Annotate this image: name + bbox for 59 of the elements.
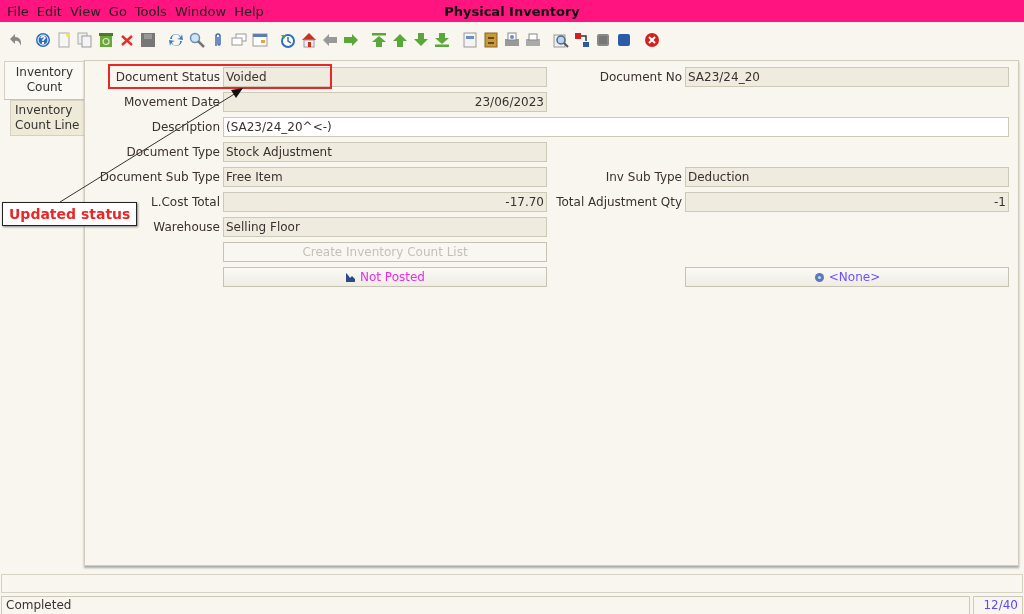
- chat-icon[interactable]: [231, 32, 247, 48]
- block-icon[interactable]: [616, 32, 632, 48]
- down-arrow-icon[interactable]: [413, 32, 429, 48]
- text-field[interactable]: Deduction: [685, 167, 1009, 187]
- chart-icon: [345, 271, 356, 283]
- menu-item[interactable]: Window: [170, 3, 231, 19]
- field-label: Document Status: [114, 70, 220, 84]
- gear-icon: [813, 271, 825, 283]
- field-label: Inv Sub Type: [604, 170, 682, 184]
- first-record-icon[interactable]: [371, 32, 387, 48]
- print-icon[interactable]: [525, 32, 541, 48]
- last-record-icon[interactable]: [434, 32, 450, 48]
- tab[interactable]: Inventory Count Line: [10, 100, 84, 136]
- menu-item[interactable]: View: [65, 3, 105, 19]
- history-icon[interactable]: [280, 32, 296, 48]
- text-field[interactable]: -1: [685, 192, 1009, 212]
- menu-item[interactable]: Help: [230, 3, 268, 19]
- tab[interactable]: Inventory Count: [4, 61, 84, 100]
- text-field[interactable]: -17.70: [223, 192, 547, 212]
- text-field[interactable]: 23/06/2023: [223, 92, 547, 112]
- calendar-icon[interactable]: [252, 32, 268, 48]
- menu-item[interactable]: Edit: [32, 3, 66, 19]
- record-counter: 12/40: [973, 596, 1023, 614]
- up-arrow-icon[interactable]: [392, 32, 408, 48]
- field-label: Warehouse: [152, 220, 220, 234]
- status-message: Completed: [1, 596, 970, 614]
- save-icon[interactable]: [140, 32, 156, 48]
- report-icon[interactable]: [462, 32, 478, 48]
- text-field[interactable]: Stock Adjustment: [223, 142, 547, 162]
- window-title: Physical Inventory: [444, 3, 580, 19]
- workflow-icon[interactable]: [574, 32, 590, 48]
- close-icon[interactable]: [644, 32, 660, 48]
- workflow-button[interactable]: <None>: [685, 267, 1009, 287]
- text-field[interactable]: Selling Floor: [223, 217, 547, 237]
- print-preview-icon[interactable]: [504, 32, 520, 48]
- help-icon[interactable]: [35, 32, 51, 48]
- text-field[interactable]: Voided: [223, 67, 547, 87]
- field-label: Document No: [598, 70, 682, 84]
- field-label: Document Sub Type: [98, 170, 220, 184]
- text-field[interactable]: Free Item: [223, 167, 547, 187]
- text-field[interactable]: SA23/24_20: [685, 67, 1009, 87]
- refresh-icon[interactable]: [168, 32, 184, 48]
- search-icon[interactable]: [189, 32, 205, 48]
- zoom-across-icon[interactable]: [553, 32, 569, 48]
- product-icon[interactable]: [595, 32, 611, 48]
- recycle-bin-icon[interactable]: [98, 32, 114, 48]
- menu-item[interactable]: Go: [104, 3, 131, 19]
- field-label: Total Adjustment Qty: [555, 195, 682, 209]
- field-label: Movement Date: [122, 95, 220, 109]
- input-field[interactable]: (SA23/24_20^<-): [223, 117, 1009, 137]
- menu-item[interactable]: File: [3, 3, 33, 19]
- menu-item[interactable]: Tools: [130, 3, 171, 19]
- annotation-callout: Updated status: [2, 202, 138, 226]
- forward-arrow-icon[interactable]: [343, 32, 359, 48]
- archive-icon[interactable]: [483, 32, 499, 48]
- home-icon[interactable]: [301, 32, 317, 48]
- delete-icon[interactable]: [119, 32, 135, 48]
- field-label: L.Cost Total: [149, 195, 220, 209]
- back-arrow-icon[interactable]: [322, 32, 338, 48]
